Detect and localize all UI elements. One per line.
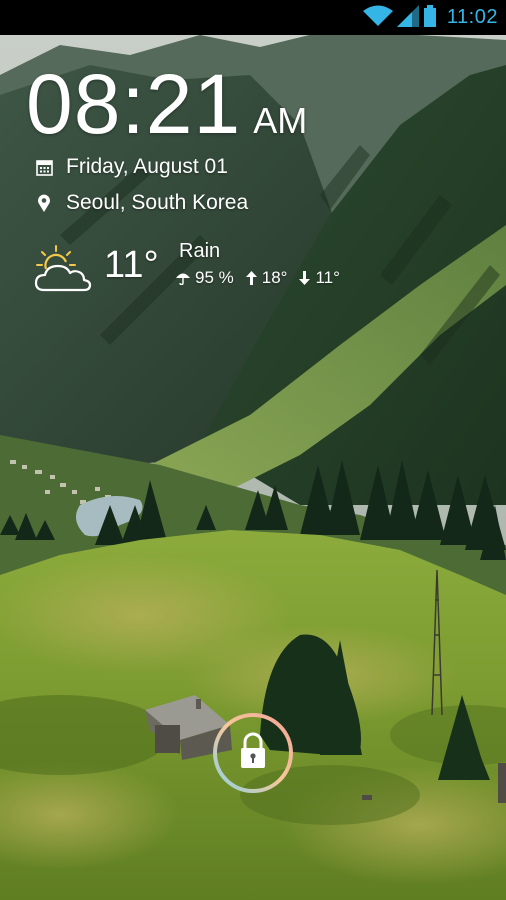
precipitation-stat: 95 % bbox=[176, 268, 234, 288]
wifi-icon bbox=[362, 4, 393, 32]
cell-signal-icon bbox=[396, 4, 419, 32]
location-text: Seoul, South Korea bbox=[66, 191, 249, 214]
calendar-icon bbox=[34, 157, 54, 177]
padlock-icon bbox=[241, 732, 265, 768]
status-bar: 11:02 bbox=[0, 0, 506, 35]
date-text: Friday, August 01 bbox=[66, 155, 228, 178]
weather-temperature: 11° bbox=[104, 244, 159, 286]
clock-time: 08:21 bbox=[26, 57, 242, 151]
lock-screen: 11:02 08:21 AM Friday, August 01 Seoul, … bbox=[0, 0, 506, 900]
location-row: Seoul, South Korea bbox=[34, 191, 248, 215]
weather-condition: Rain bbox=[179, 240, 221, 262]
status-icons: 11:02 bbox=[362, 0, 498, 35]
weather-stats: 95 % 18° 11° bbox=[176, 268, 352, 288]
lockscreen-clock: 08:21 AM bbox=[26, 62, 307, 146]
status-bar-time: 11:02 bbox=[446, 6, 498, 28]
low-temp-value: 11° bbox=[315, 268, 340, 287]
arrow-up-icon bbox=[245, 271, 257, 285]
partly-cloudy-icon bbox=[34, 244, 92, 294]
umbrella-icon bbox=[176, 272, 190, 285]
date-row: Friday, August 01 bbox=[34, 155, 228, 179]
unlock-button[interactable] bbox=[211, 711, 295, 795]
location-pin-icon bbox=[34, 193, 54, 213]
battery-icon bbox=[423, 4, 437, 32]
precipitation-value: 95 % bbox=[195, 268, 234, 287]
clock-ampm: AM bbox=[253, 100, 308, 141]
high-temp-value: 18° bbox=[261, 268, 288, 287]
arrow-down-icon bbox=[299, 271, 311, 285]
high-temp-stat: 18° bbox=[245, 268, 288, 288]
low-temp-stat: 11° bbox=[299, 268, 340, 288]
